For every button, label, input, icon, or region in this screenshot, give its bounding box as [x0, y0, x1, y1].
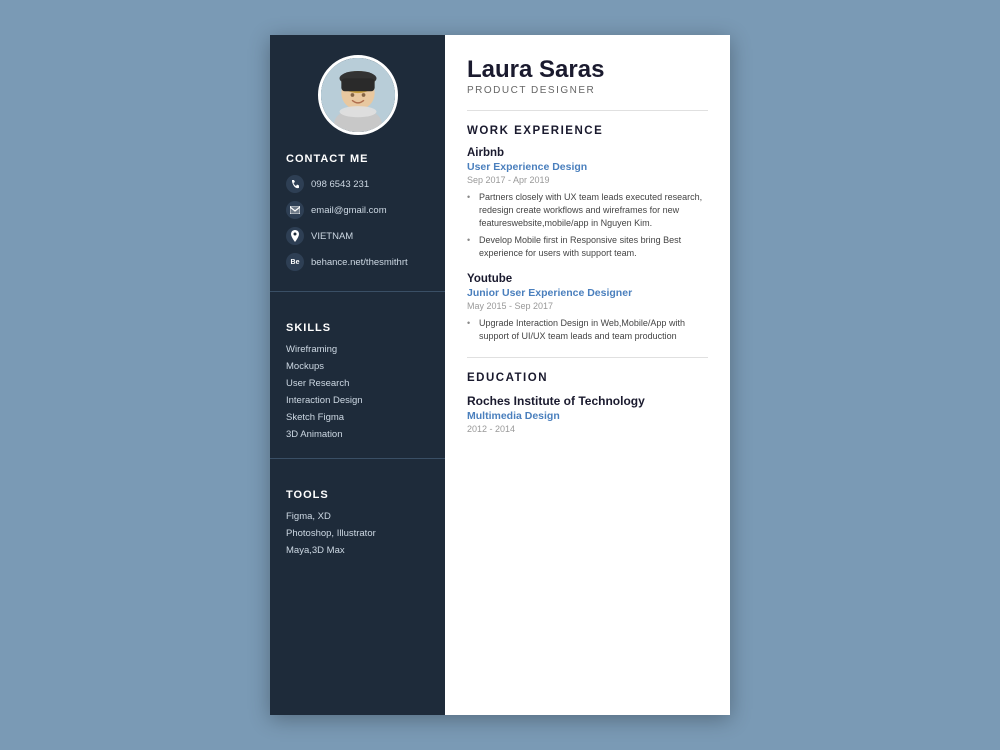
skills-title: SKILLS	[286, 322, 429, 334]
contact-behance: Be behance.net/thesmithrt	[286, 253, 429, 271]
header-section: Laura Saras PRODUCT DESIGNER	[467, 57, 708, 96]
work-experience-section: WORK EXPERIENCE Airbnb User Experience D…	[467, 125, 708, 342]
main-content: Laura Saras PRODUCT DESIGNER WORK EXPERI…	[445, 35, 730, 715]
tools-section: TOOLS Figma, XD Photoshop, Illustrator M…	[270, 489, 445, 562]
header-divider	[467, 110, 708, 111]
location-icon	[286, 227, 304, 245]
education-heading: EDUCATION	[467, 372, 708, 384]
candidate-title: PRODUCT DESIGNER	[467, 85, 708, 96]
job-entry-2: Youtube Junior User Experience Designer …	[467, 273, 708, 342]
job-bullet-2-1: Upgrade Interaction Design in Web,Mobile…	[467, 317, 708, 342]
edu-entry-1: Roches Institute of Technology Multimedi…	[467, 394, 708, 434]
tool-item-2: Photoshop, Illustrator	[286, 528, 429, 539]
email-text: email@gmail.com	[311, 205, 387, 216]
edu-divider	[467, 357, 708, 358]
resume-container: CONTACT ME 098 6543 231 email@gmail.com …	[270, 35, 730, 715]
skill-item-3: User Research	[286, 378, 429, 389]
email-icon	[286, 201, 304, 219]
tool-item-3: Maya,3D Max	[286, 545, 429, 556]
contact-location: VIETNAM	[286, 227, 429, 245]
candidate-name: Laura Saras	[467, 57, 708, 83]
job-bullet-1-1: Partners closely with UX team leads exec…	[467, 191, 708, 229]
tools-title: TOOLS	[286, 489, 429, 501]
skills-section: SKILLS Wireframing Mockups User Research…	[270, 322, 445, 446]
divider-2	[270, 458, 445, 459]
company-name-1: Airbnb	[467, 147, 708, 159]
divider-1	[270, 291, 445, 292]
sidebar: CONTACT ME 098 6543 231 email@gmail.com …	[270, 35, 445, 715]
skill-item-4: Interaction Design	[286, 395, 429, 406]
skill-item-5: Sketch Figma	[286, 412, 429, 423]
work-experience-heading: WORK EXPERIENCE	[467, 125, 708, 137]
behance-icon: Be	[286, 253, 304, 271]
job-title-2: Junior User Experience Designer	[467, 287, 708, 299]
location-text: VIETNAM	[311, 231, 353, 242]
job-entry-1: Airbnb User Experience Design Sep 2017 -…	[467, 147, 708, 259]
company-name-2: Youtube	[467, 273, 708, 285]
edu-degree-1: Multimedia Design	[467, 410, 708, 422]
contact-section: CONTACT ME 098 6543 231 email@gmail.com …	[270, 153, 445, 279]
phone-icon	[286, 175, 304, 193]
behance-text: behance.net/thesmithrt	[311, 257, 408, 268]
contact-title: CONTACT ME	[286, 153, 429, 165]
contact-phone: 098 6543 231	[286, 175, 429, 193]
job-dates-2: May 2015 - Sep 2017	[467, 301, 708, 311]
contact-email: email@gmail.com	[286, 201, 429, 219]
phone-text: 098 6543 231	[311, 179, 369, 190]
tool-item-1: Figma, XD	[286, 511, 429, 522]
job-title-1: User Experience Design	[467, 161, 708, 173]
edu-year-1: 2012 - 2014	[467, 424, 708, 434]
skill-item-1: Wireframing	[286, 344, 429, 355]
edu-school-1: Roches Institute of Technology	[467, 394, 708, 408]
education-section: EDUCATION Roches Institute of Technology…	[467, 372, 708, 434]
skill-item-6: 3D Animation	[286, 429, 429, 440]
avatar	[318, 55, 398, 135]
job-bullet-1-2: Develop Mobile first in Responsive sites…	[467, 234, 708, 259]
skill-item-2: Mockups	[286, 361, 429, 372]
avatar-image	[321, 58, 395, 132]
job-dates-1: Sep 2017 - Apr 2019	[467, 175, 708, 185]
